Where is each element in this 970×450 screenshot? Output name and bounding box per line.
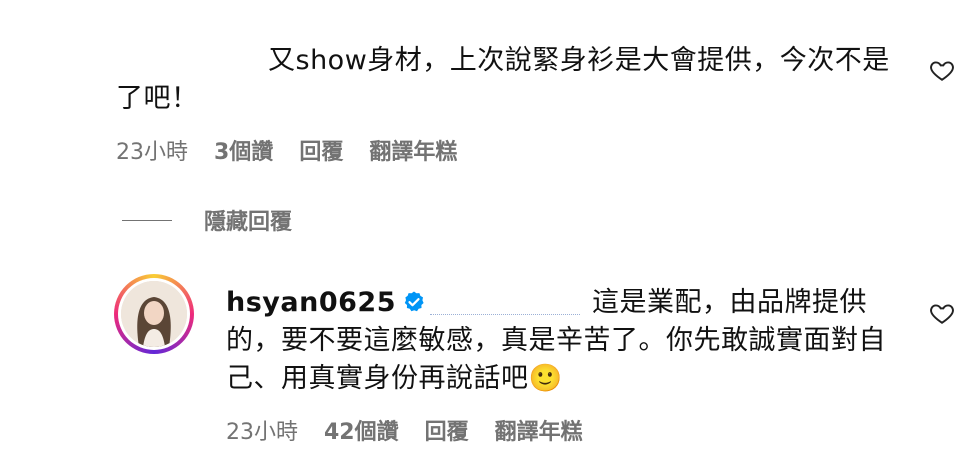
hide-replies-button[interactable]: 隱藏回覆: [122, 204, 292, 236]
heart-icon[interactable]: [929, 57, 955, 83]
comment-2-meta: 23小時 42個讚 回覆 翻譯年糕: [226, 414, 609, 446]
comment-2-body: hsyan0625 這是業配，由品牌提供的，要不要這麼敏感，真是辛苦了。你先敢誠實…: [226, 284, 896, 398]
comment-1-reply-button[interactable]: 回覆: [299, 134, 343, 166]
comment-1-meta: 23小時 3個讚 回覆 翻譯年糕: [116, 134, 483, 166]
comment-2-reply-button[interactable]: 回覆: [425, 414, 469, 446]
hide-replies-label: 隱藏回覆: [204, 210, 293, 235]
comment-2-time: 23小時: [226, 420, 298, 445]
verified-badge-icon: [402, 287, 426, 312]
heart-icon[interactable]: [929, 300, 955, 326]
comment-2-likes[interactable]: 42個讚: [324, 414, 399, 446]
avatar-photo: [121, 281, 187, 347]
comment-1-translate-button[interactable]: 翻譯年糕: [369, 134, 457, 166]
divider-line: [122, 219, 172, 221]
comment-2-username[interactable]: hsyan0625: [226, 287, 396, 318]
comment-1-likes[interactable]: 3個讚: [214, 134, 273, 166]
comment-1-time: 23小時: [116, 140, 188, 165]
avatar[interactable]: [114, 274, 194, 354]
comment-1-text: 又show身材，上次說緊身衫是大會提供，今次不是了吧！: [116, 45, 890, 114]
comment-2-translate-button[interactable]: 翻譯年糕: [495, 414, 583, 446]
redacted-mention: [429, 288, 580, 315]
